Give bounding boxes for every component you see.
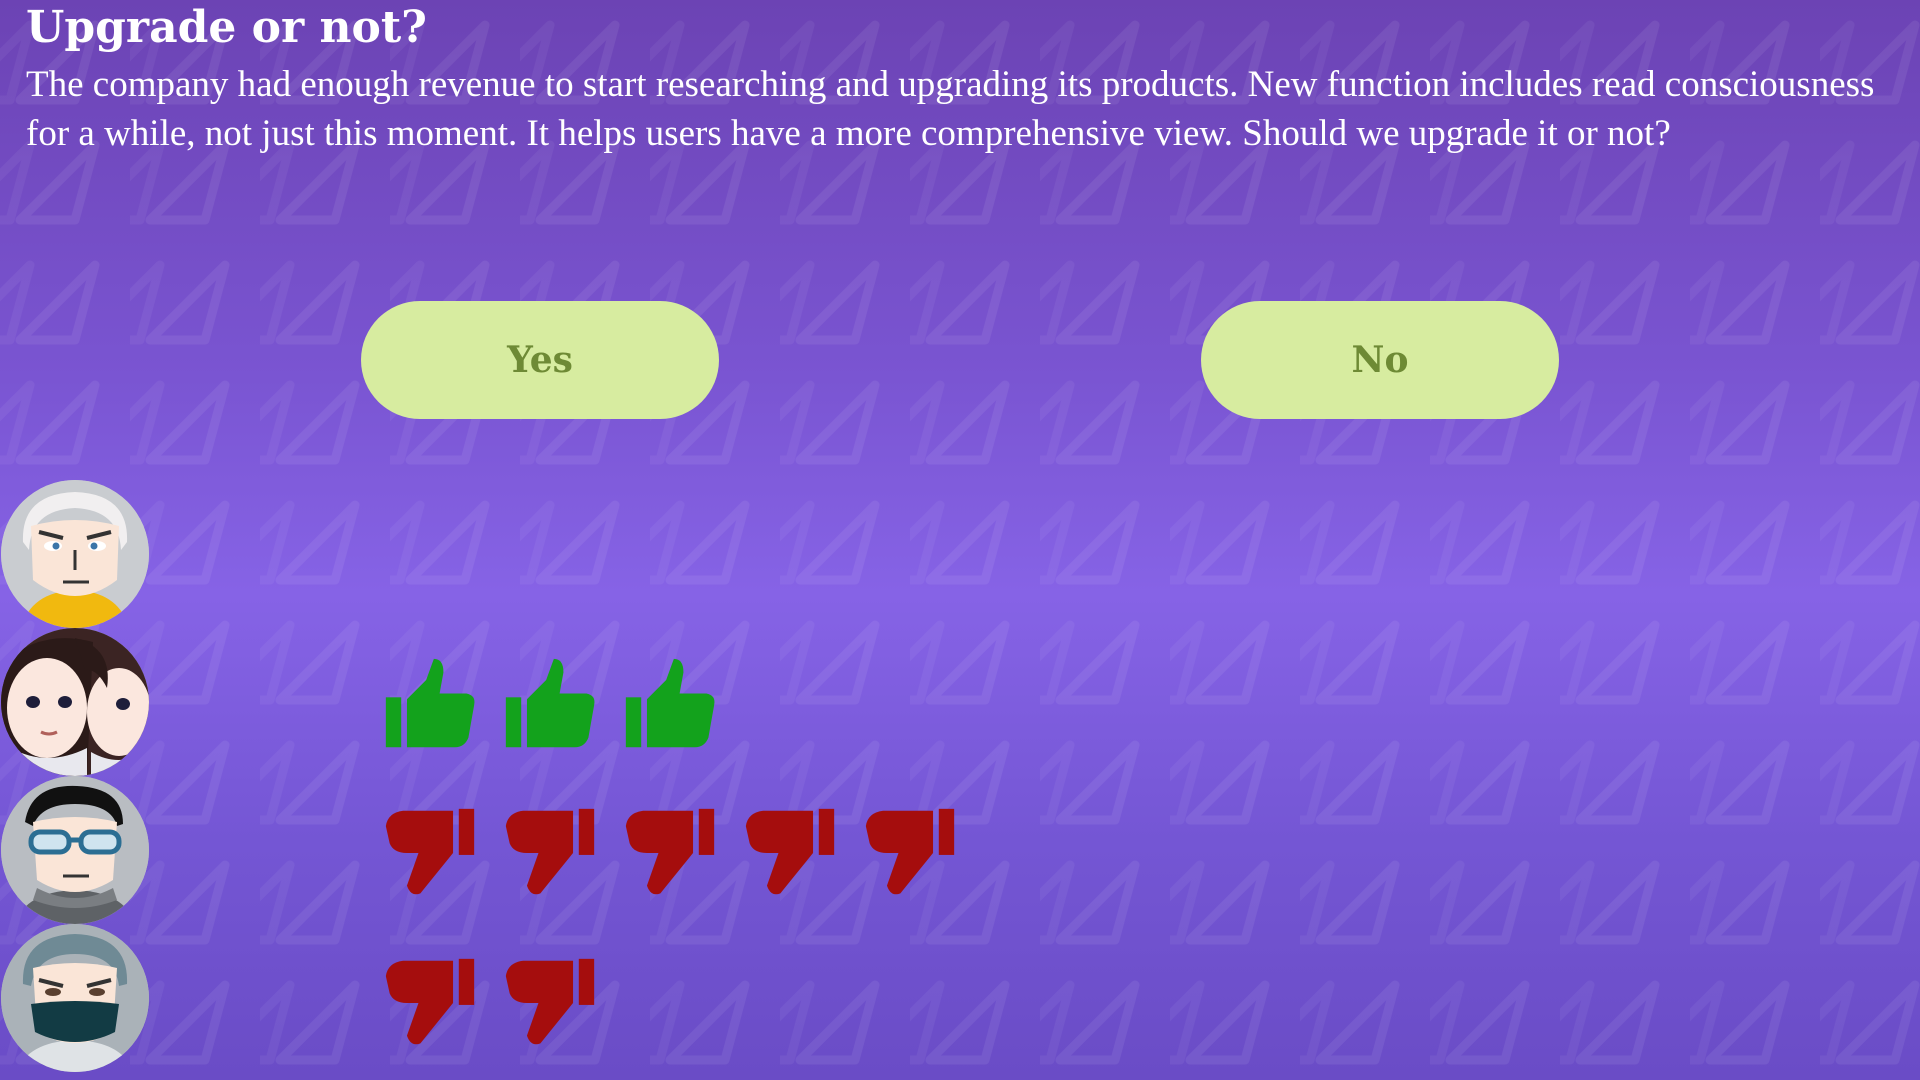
question-title: Upgrade or not? xyxy=(26,2,427,53)
vote-row-glasses-man xyxy=(382,803,958,913)
thumbs-down-icon xyxy=(385,808,475,895)
thumbs-up-icon xyxy=(385,658,475,748)
masked-woman-avatar-icon xyxy=(1,924,149,1072)
thumbs-up-icon xyxy=(505,658,595,748)
no-button[interactable]: No xyxy=(1201,301,1559,419)
question-text: The company had enough revenue to start … xyxy=(26,64,1875,154)
twins-avatar-icon xyxy=(1,628,149,776)
thumbs-down-icon xyxy=(745,808,835,895)
vote-row-masked-woman xyxy=(382,953,598,1063)
thumbs-down-icon xyxy=(505,808,595,895)
glasses-man-avatar-icon xyxy=(1,776,149,924)
thumbs-down-icon xyxy=(865,808,955,895)
vote-row-twins xyxy=(382,655,718,765)
bald-man-avatar-icon xyxy=(1,480,149,628)
yes-button[interactable]: Yes xyxy=(361,301,719,419)
thumbs-down-icon xyxy=(505,958,595,1045)
thumbs-up-icon xyxy=(625,658,715,748)
thumbs-down-icon xyxy=(625,808,715,895)
background-pattern xyxy=(0,0,1920,1080)
thumbs-down-icon xyxy=(385,958,475,1045)
